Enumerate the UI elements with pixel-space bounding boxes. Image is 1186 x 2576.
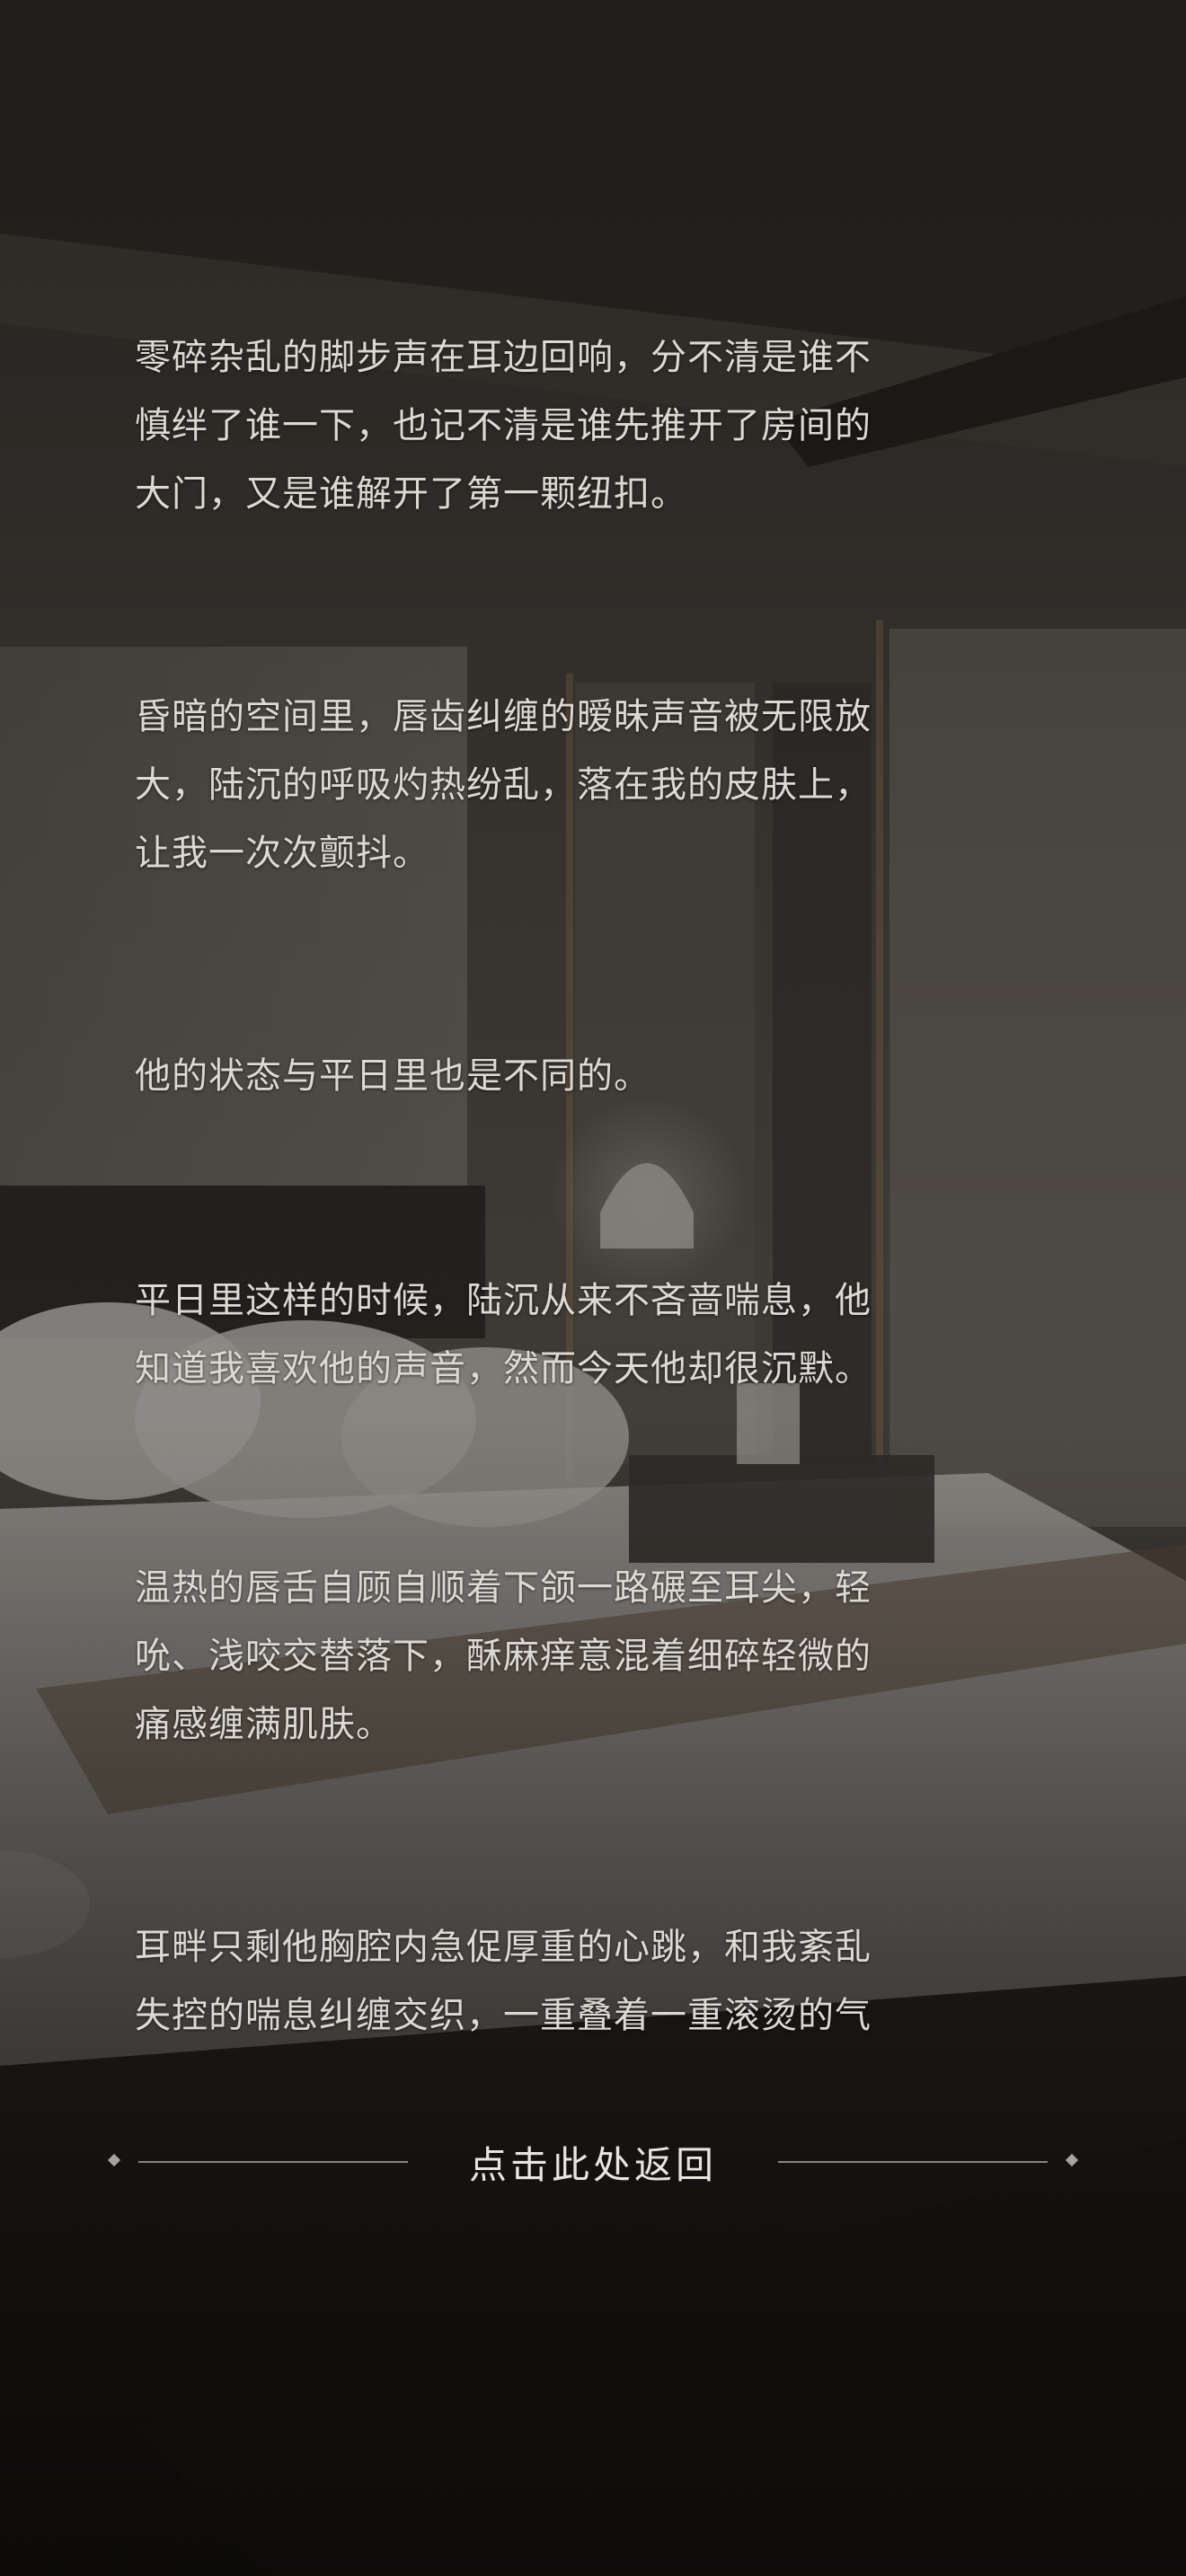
- story-paragraph: 平日里这样的时候，陆沉从来不吝啬喘息，他 知道我喜欢他的声音，然而今天他却很沉默…: [135, 1280, 872, 1389]
- story-paragraph: 耳畔只剩他胸腔内急促厚重的心跳，和我紊乱 失控的喘息纠缠交织，一重叠着一重滚烫的…: [135, 1927, 872, 2036]
- story-text-container: 零碎杂乱的脚步声在耳边回响，分不清是谁不 慎绊了谁一下，也记不清是谁先推开了房间…: [135, 323, 1060, 2039]
- story-paragraph: 他的状态与平日里也是不同的。: [135, 1055, 651, 1097]
- diamond-ornament-icon: [1065, 2153, 1079, 2167]
- story-paragraph: 温热的唇舌自顾自顺着下颌一路碾至耳尖，轻 吮、浅咬交替落下，酥麻痒意混着细碎轻微…: [135, 1567, 872, 1745]
- return-button[interactable]: 点击此处返回: [106, 2130, 1080, 2193]
- story-screen: 零碎杂乱的脚步声在耳边回响，分不清是谁不 慎绊了谁一下，也记不清是谁先推开了房间…: [0, 0, 1186, 2576]
- divider-line: [138, 2161, 408, 2163]
- story-paragraph: 零碎杂乱的脚步声在耳边回响，分不清是谁不 慎绊了谁一下，也记不清是谁先推开了房间…: [135, 337, 872, 515]
- diamond-ornament-icon: [107, 2153, 121, 2167]
- divider-line: [778, 2161, 1048, 2163]
- return-button-label[interactable]: 点击此处返回: [469, 2135, 717, 2190]
- story-paragraph: 昏暗的空间里，唇齿纠缠的暧昧声音被无限放 大，陆沉的呼吸灼热纷乱，落在我的皮肤上…: [135, 696, 872, 874]
